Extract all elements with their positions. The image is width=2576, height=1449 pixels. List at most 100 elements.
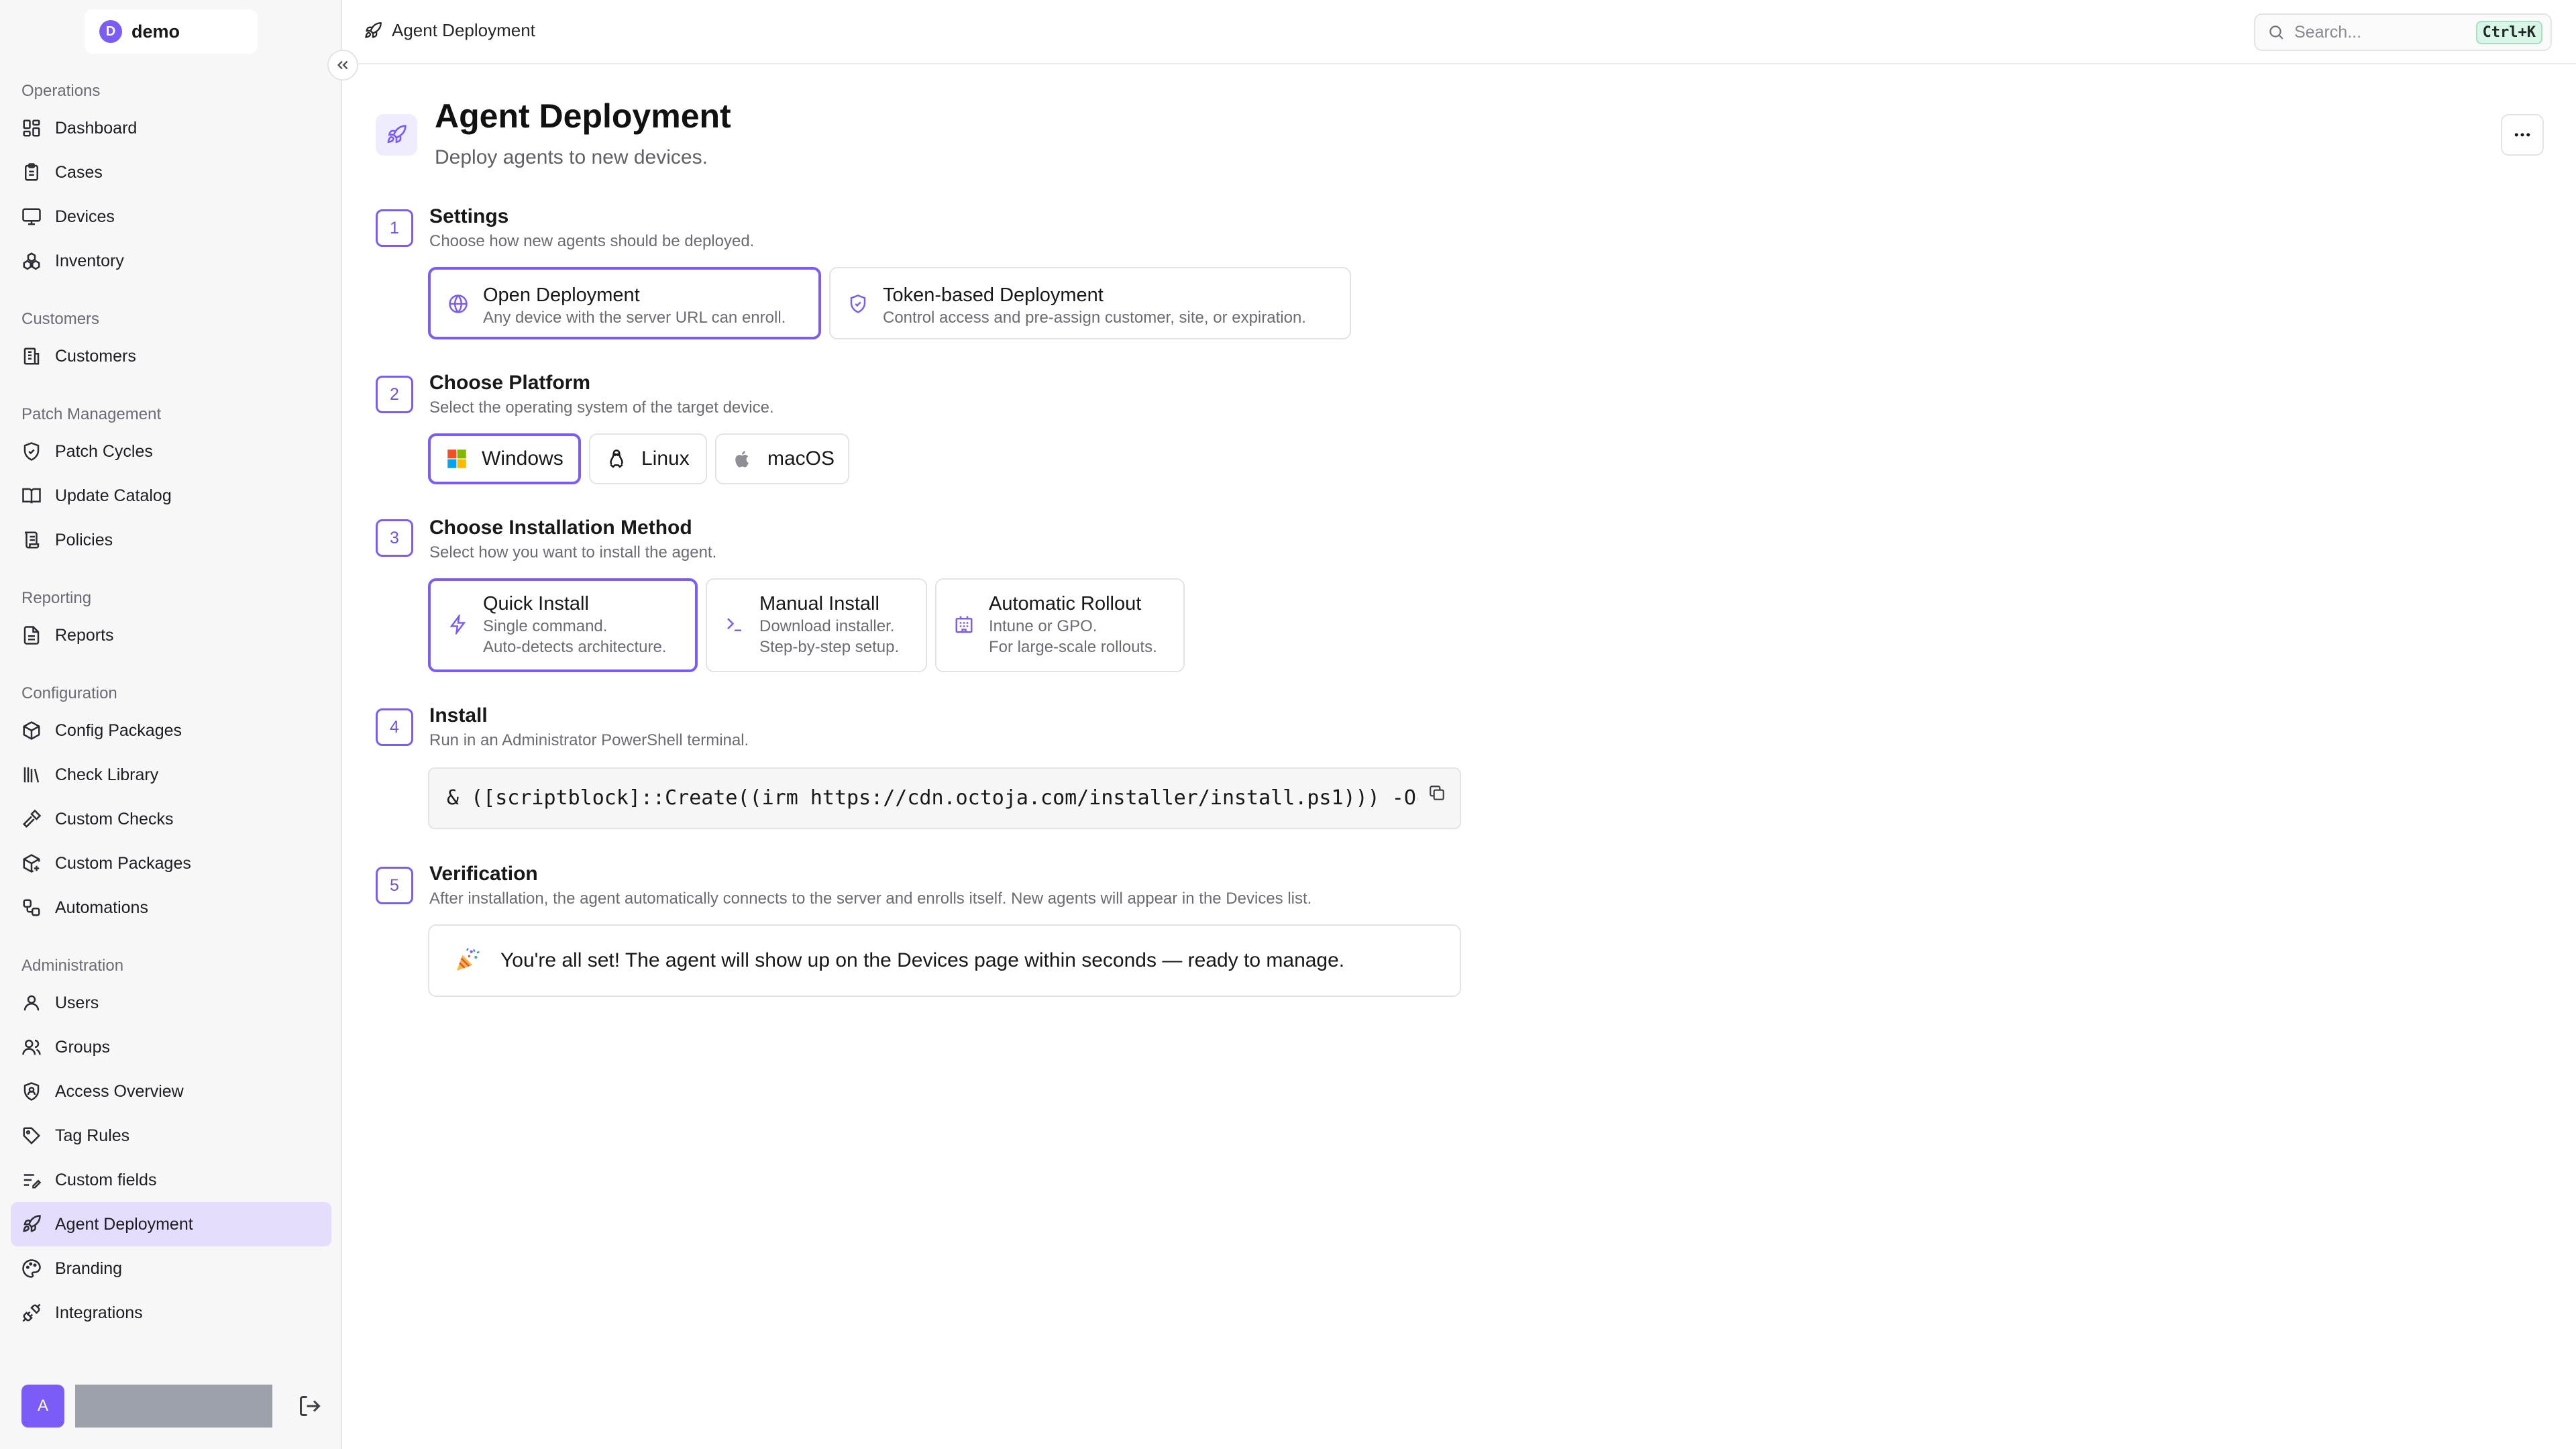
sidebar-item-label: Inventory — [55, 251, 124, 270]
automatic-rollout-option[interactable]: Automatic Rollout Intune or GPO. For lar… — [935, 578, 1185, 672]
install-command[interactable]: & ([scriptblock]::Create((irm https://cd… — [447, 786, 1460, 810]
sidebar-item-custom-fields[interactable]: Custom fields — [11, 1158, 331, 1202]
chevrons-left-icon — [337, 60, 348, 70]
sidebar-item-patch-cycles[interactable]: Patch Cycles — [11, 429, 331, 474]
user-icon — [23, 995, 40, 1011]
sidebar-item-tag-rules[interactable]: Tag Rules — [11, 1114, 331, 1158]
quick-install-option[interactable]: Quick Install Single command. Auto-detec… — [428, 578, 698, 672]
sidebar-item-label: Automations — [55, 898, 148, 917]
step-desc-settings: Choose how new agents should be deployed… — [429, 232, 755, 250]
search-placeholder: Search... — [2294, 22, 2362, 42]
verification-message: You're all set! The agent will show up o… — [428, 924, 1461, 997]
hammer-icon — [22, 809, 42, 828]
sidebar-item-update-catalog[interactable]: Update Catalog — [11, 474, 331, 518]
option-title: Quick Install — [483, 593, 589, 614]
sidebar-item-branding[interactable]: Branding — [11, 1246, 331, 1291]
sidebar-item-label: Users — [55, 993, 99, 1012]
users-icon — [22, 1039, 41, 1055]
step-number-3: 3 — [376, 519, 413, 557]
logout-icon[interactable] — [298, 1394, 322, 1418]
step-desc-install: Run in an Administrator PowerShell termi… — [429, 731, 749, 749]
sidebar-item-label: Groups — [55, 1037, 110, 1057]
breadcrumb-label: Agent Deployment — [392, 20, 535, 40]
option-desc: Any device with the server URL can enrol… — [483, 309, 786, 327]
sidebar-item-customers[interactable]: Customers — [11, 334, 331, 378]
sidebar-item-agent-deployment[interactable]: Agent Deployment — [11, 1202, 331, 1246]
clipboard-icon — [25, 163, 38, 181]
step-title-installation-method: Choose Installation Method — [429, 517, 692, 539]
step-desc-verification: After installation, the agent automatica… — [429, 890, 1312, 908]
sidebar-item-label: Custom fields — [55, 1170, 157, 1189]
sidebar-item-devices[interactable]: Devices — [11, 195, 331, 239]
page-title: Agent Deployment — [435, 97, 731, 135]
platform-windows[interactable]: Windows — [428, 433, 581, 484]
sidebar-item-label: Cases — [55, 162, 103, 182]
step-desc-installation-method: Select how you want to install the agent… — [429, 543, 717, 561]
workspace-switcher[interactable]: D demo — [85, 9, 258, 54]
manual-install-option[interactable]: Manual Install Download installer. Step-… — [706, 578, 927, 672]
sidebar-item-groups[interactable]: Groups — [11, 1025, 331, 1069]
sidebar-item-check-library[interactable]: Check Library — [11, 753, 331, 797]
sidebar-item-access-overview[interactable]: Access Overview — [11, 1069, 331, 1114]
nav-group-label: Reporting — [21, 589, 92, 607]
search-input[interactable]: Search... Ctrl+K — [2254, 13, 2552, 51]
sidebar-item-cases[interactable]: Cases — [11, 150, 331, 195]
copy-command-button[interactable] — [1418, 778, 1456, 808]
nav-group-label: Patch Management — [21, 405, 162, 423]
option-desc-line2: For large-scale rollouts. — [989, 638, 1157, 656]
step-title-platform: Choose Platform — [429, 372, 591, 394]
sidebar-item-users[interactable]: Users — [11, 981, 331, 1025]
shield-check-icon — [850, 294, 866, 313]
user-menu: A — [21, 1383, 330, 1429]
rocket-icon — [365, 21, 382, 38]
shortcut-badge: Ctrl+K — [2475, 20, 2542, 44]
sidebar-item-config-packages[interactable]: Config Packages — [11, 708, 331, 753]
option-desc-line2: Step-by-step setup. — [759, 638, 900, 656]
party-popper-icon — [457, 948, 480, 971]
globe-icon — [449, 294, 468, 313]
nav-group-label: Configuration — [21, 684, 117, 702]
sidebar-item-integrations[interactable]: Integrations — [11, 1291, 331, 1335]
sidebar-nav: Operations Dashboard Cases Devices Inven… — [0, 78, 342, 1358]
terminal-icon — [727, 618, 741, 631]
platform-linux[interactable]: Linux — [589, 433, 707, 484]
option-title: Manual Install — [759, 593, 879, 614]
sidebar-item-custom-checks[interactable]: Custom Checks — [11, 797, 331, 841]
sidebar-item-label: Custom Checks — [55, 809, 174, 828]
sidebar-item-custom-packages[interactable]: Custom Packages — [11, 841, 331, 885]
sidebar-item-reports[interactable]: Reports — [11, 613, 331, 657]
step-number-5: 5 — [376, 867, 413, 904]
platform-label: Windows — [482, 447, 564, 470]
rocket-icon — [23, 1215, 41, 1232]
more-horizontal-icon — [2514, 133, 2530, 137]
book-icon — [22, 488, 41, 504]
sidebar-item-policies[interactable]: Policies — [11, 518, 331, 562]
option-desc-line1: Download installer. — [759, 617, 895, 635]
more-options-button[interactable] — [2501, 114, 2544, 156]
sidebar-item-label: Custom Packages — [55, 853, 191, 873]
token-deployment-option[interactable]: Token-based Deployment Control access an… — [829, 267, 1351, 339]
collapse-sidebar-button[interactable] — [327, 50, 358, 80]
page-icon — [376, 114, 417, 156]
option-desc-line2: Auto-detects architecture. — [483, 638, 667, 656]
nav-group-configuration: Configuration Config Packages Check Libr… — [0, 680, 342, 930]
avatar[interactable]: A — [21, 1385, 64, 1428]
platform-macos[interactable]: macOS — [715, 433, 849, 484]
nav-group-administration: Administration Users Groups Access Overv… — [0, 953, 342, 1335]
building-icon — [23, 347, 40, 365]
sidebar-item-dashboard[interactable]: Dashboard — [11, 106, 331, 150]
nav-group-label: Administration — [21, 957, 124, 975]
sidebar-item-label: Dashboard — [55, 118, 138, 138]
boxes-icon — [23, 252, 40, 270]
sidebar-item-automations[interactable]: Automations — [11, 885, 331, 930]
sidebar-item-label: Devices — [55, 207, 115, 226]
sidebar: D demo Operations Dashboard Cases Device… — [0, 0, 342, 1449]
nav-group-label: Customers — [21, 310, 100, 328]
apple-logo-icon — [735, 451, 749, 468]
step-title-settings: Settings — [429, 205, 509, 227]
open-deployment-option[interactable]: Open Deployment Any device with the serv… — [428, 267, 821, 339]
sidebar-item-inventory[interactable]: Inventory — [11, 239, 331, 283]
install-command-box[interactable]: & ([scriptblock]::Create((irm https://cd… — [428, 767, 1461, 829]
sidebar-item-label: Check Library — [55, 765, 159, 784]
breadcrumb: Agent Deployment — [364, 20, 535, 41]
